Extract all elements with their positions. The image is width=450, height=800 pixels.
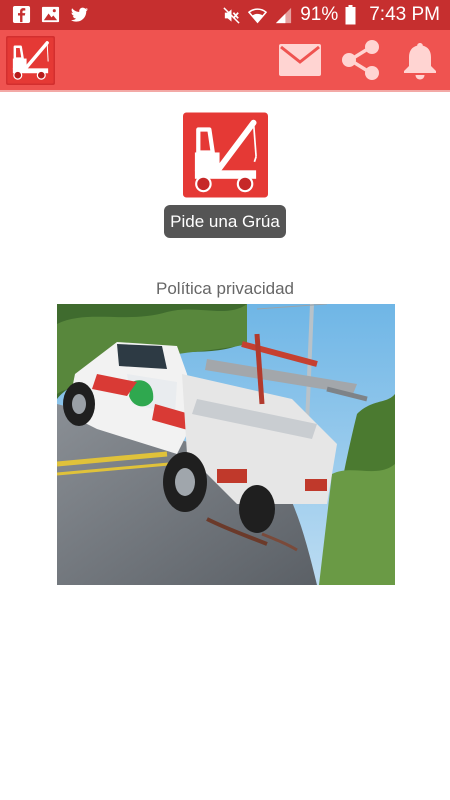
privacy-policy-link[interactable]: Política privacidad: [0, 279, 450, 299]
share-icon: [342, 40, 379, 80]
system-status: 91% 7:43 PM: [222, 4, 440, 26]
tow-truck-logo-large: [183, 112, 268, 198]
clock: 7:43 PM: [369, 4, 440, 25]
gallery-icon: [41, 6, 60, 23]
mail-button[interactable]: [279, 40, 321, 80]
wifi-icon: [248, 7, 268, 23]
share-button[interactable]: [340, 40, 382, 80]
tow-truck-photo: [57, 304, 395, 585]
notification-icons: [12, 5, 89, 24]
status-bar: 91% 7:43 PM: [0, 0, 450, 30]
mail-icon: [279, 44, 321, 76]
mute-icon: [223, 6, 240, 24]
signal-icon: [276, 7, 292, 23]
battery-percentage: 91%: [300, 4, 339, 25]
battery-icon: [345, 5, 356, 25]
bell-icon: [404, 43, 436, 80]
app-bar-divider: [0, 90, 450, 92]
tow-truck-logo[interactable]: [6, 36, 55, 85]
facebook-icon: [12, 5, 31, 24]
notifications-button[interactable]: [399, 40, 441, 80]
app-bar: [0, 30, 450, 90]
request-tow-button[interactable]: Pide una Grúa: [164, 205, 286, 238]
twitter-icon: [70, 7, 89, 22]
